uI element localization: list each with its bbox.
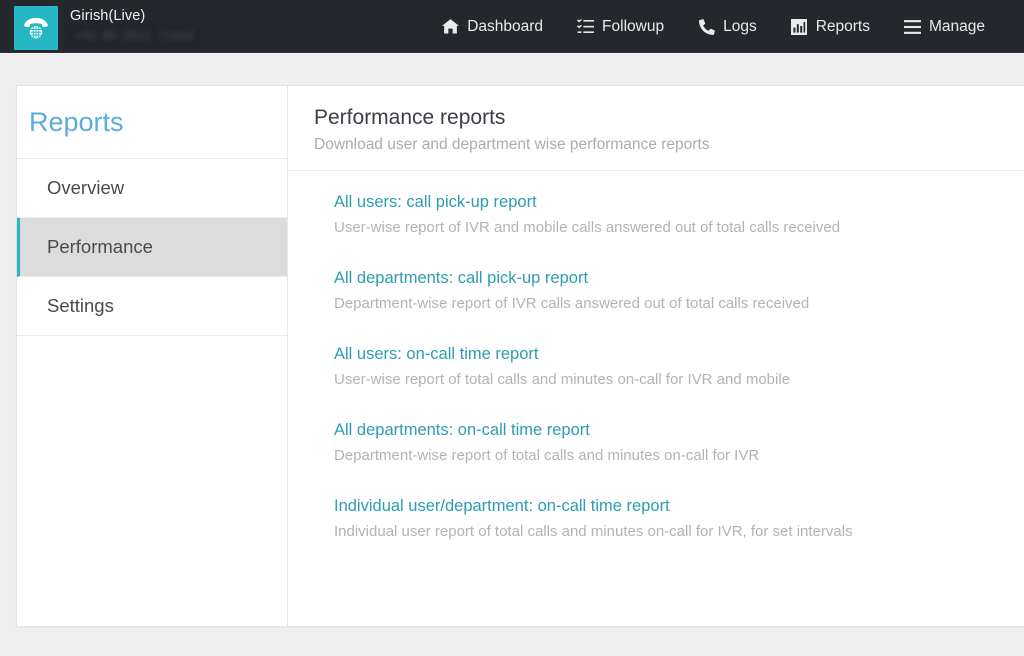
home-icon [442,18,460,35]
report-description: Individual user report of total calls an… [334,523,853,540]
report-description: User-wise report of IVR and mobile calls… [334,219,841,236]
nav-item-label: Followup [602,17,665,35]
nav-item-label: Dashboard [467,17,544,35]
report-link-all-users-call-pickup[interactable]: All users: call pick-up report [334,191,537,213]
bar-chart-icon [791,18,808,35]
reports-content: Performance reports Download user and de… [288,86,1024,626]
nav-item-reports[interactable]: Reports [774,0,887,53]
nav-item-label: Logs [723,17,757,35]
brand-text: Girish(Live) +91 80 2531 72432 [70,6,200,45]
nav-item-followup[interactable]: Followup [560,0,681,53]
report-description: User-wise report of total calls and minu… [334,371,791,388]
account-name: Girish(Live) [70,8,146,24]
report-list: All users: call pick-up report User-wise… [288,171,1024,543]
content-subtitle: Download user and department wise perfor… [314,136,710,153]
nav-item-label: Manage [928,17,985,35]
page-title: Reports [29,107,124,137]
hamburger-icon [903,18,921,35]
nav-item-logs[interactable]: Logs [681,0,774,53]
report-item: Individual user/department: on-call time… [300,495,1024,543]
content-header: Performance reports Download user and de… [288,86,1024,171]
report-link-all-departments-on-call-time[interactable]: All departments: on-call time report [334,419,590,441]
account-phone-redacted: +91 80 2531 72432 [70,27,200,44]
report-item: All departments: on-call time report Dep… [300,419,1024,467]
nav-item-label: Reports [815,17,870,35]
sidebar-header: Reports [17,86,287,159]
report-link-all-users-on-call-time[interactable]: All users: on-call time report [334,343,539,365]
nav-item-dashboard[interactable]: Dashboard [425,0,560,53]
sidebar-item-label: Overview [47,177,125,198]
report-item: All users: on-call time report User-wise… [300,343,1024,391]
report-link-individual-on-call-time[interactable]: Individual user/department: on-call time… [334,495,670,517]
telephone-icon [14,6,58,50]
report-description: Department-wise report of total calls an… [334,447,760,464]
sidebar-item-label: Performance [47,236,153,257]
nav-links: Dashboard Followup Logs Reports Manage [425,0,1024,53]
brand[interactable]: Girish(Live) +91 80 2531 72432 [0,0,200,50]
nav-item-manage[interactable]: Manage [887,0,1002,53]
report-description: Department-wise report of IVR calls answ… [334,295,810,312]
reports-sidebar: Reports Overview Performance Settings [17,86,288,626]
sidebar-item-label: Settings [47,295,114,316]
report-link-all-departments-call-pickup[interactable]: All departments: call pick-up report [334,267,588,289]
sidebar-item-performance[interactable]: Performance [17,218,287,277]
report-item: All users: call pick-up report User-wise… [300,191,1024,239]
sidebar-item-overview[interactable]: Overview [17,159,287,218]
sidebar-item-settings[interactable]: Settings [17,277,287,336]
tasks-icon [577,18,595,35]
phone-icon [698,18,715,35]
top-navbar: Girish(Live) +91 80 2531 72432 Dashboard [0,0,1024,53]
reports-card: Reports Overview Performance Settings Pe… [16,85,1024,627]
report-item: All departments: call pick-up report Dep… [300,267,1024,315]
content-title: Performance reports [314,106,506,129]
